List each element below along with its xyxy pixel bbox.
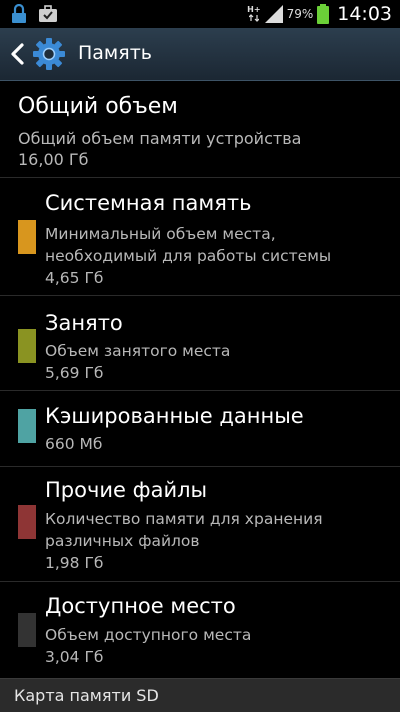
list-item-value: 3,04 Гб [45,648,104,666]
total-storage: Общий объем Общий объем памяти устройств… [0,81,400,177]
briefcase-check-icon [39,5,57,22]
list-item-description: Количество памяти для хранения [45,510,323,528]
list-item-title: Кэшированные данные [45,404,304,428]
color-swatch [18,409,36,443]
list-item-used[interactable]: Занято Объем занятого места 5,69 Гб [0,296,400,390]
list-item-value: 660 Мб [45,435,103,453]
list-item-description: Объем занятого места [45,342,231,360]
notification-icons [10,4,58,24]
battery-percent: 79% [286,7,314,21]
battery-icon [317,4,330,24]
color-swatch [18,613,36,647]
sd-card-header-label: Карта памяти SD [14,686,159,705]
signal-strength-icon [264,5,283,23]
status-bar: H+ 79% 14:03 [0,0,400,28]
page-title: Память [78,42,152,64]
list-item-description: необходимый для работы системы [45,247,332,265]
gear-icon[interactable] [32,37,66,71]
chevron-left-icon[interactable] [8,42,28,66]
screen: H+ 79% 14:03 Память Общий объем Общий об… [0,0,400,712]
list-item-title: Доступное место [45,594,236,618]
list-item-description: различных файлов [45,532,200,550]
list-item-description: Минимальный объем места, [45,225,276,243]
color-swatch [18,505,36,539]
action-bar: Память [0,28,400,81]
list-item-other-files[interactable]: Прочие файлы Количество памяти для хране… [0,467,400,581]
list-item-details: Минимальный объем места, необходимый для… [45,223,331,289]
list-item-details: Количество памяти для хранения различных… [45,508,323,574]
usb-lock-icon [12,4,26,23]
data-arrows-icon [248,14,259,22]
sd-card-section-header: Карта памяти SD [0,678,400,712]
network-type: H+ [247,5,261,22]
list-item-value: 4,65 Гб [45,269,104,287]
network-type-label: H+ [247,5,261,14]
total-storage-details: Общий объем памяти устройства 16,00 Гб [18,128,301,170]
list-item-value: 1,98 Гб [45,554,104,572]
total-storage-title: Общий объем [18,94,178,119]
list-item-title: Системная память [45,191,252,215]
list-item-cached-data[interactable]: Кэшированные данные 660 Мб [0,391,400,466]
list-item-system-memory[interactable]: Системная память Минимальный объем места… [0,178,400,295]
list-item-details: Объем занятого места 5,69 Гб [45,340,230,384]
color-swatch [18,329,36,363]
status-right: H+ 79% 14:03 [247,0,392,28]
list-item-available-space[interactable]: Доступное место Объем доступного места 3… [0,582,400,678]
total-storage-value: 16,00 Гб [18,150,89,169]
color-swatch [18,220,36,254]
list-item-title: Занято [45,311,123,335]
list-item-title: Прочие файлы [45,478,208,502]
list-item-value: 5,69 Гб [45,364,104,382]
total-storage-description: Общий объем памяти устройства [18,129,302,148]
list-item-description: Объем доступного места [45,626,252,644]
clock: 14:03 [337,3,392,25]
list-item-details: Объем доступного места 3,04 Гб [45,624,251,668]
list-item-details: 660 Мб [45,433,102,455]
